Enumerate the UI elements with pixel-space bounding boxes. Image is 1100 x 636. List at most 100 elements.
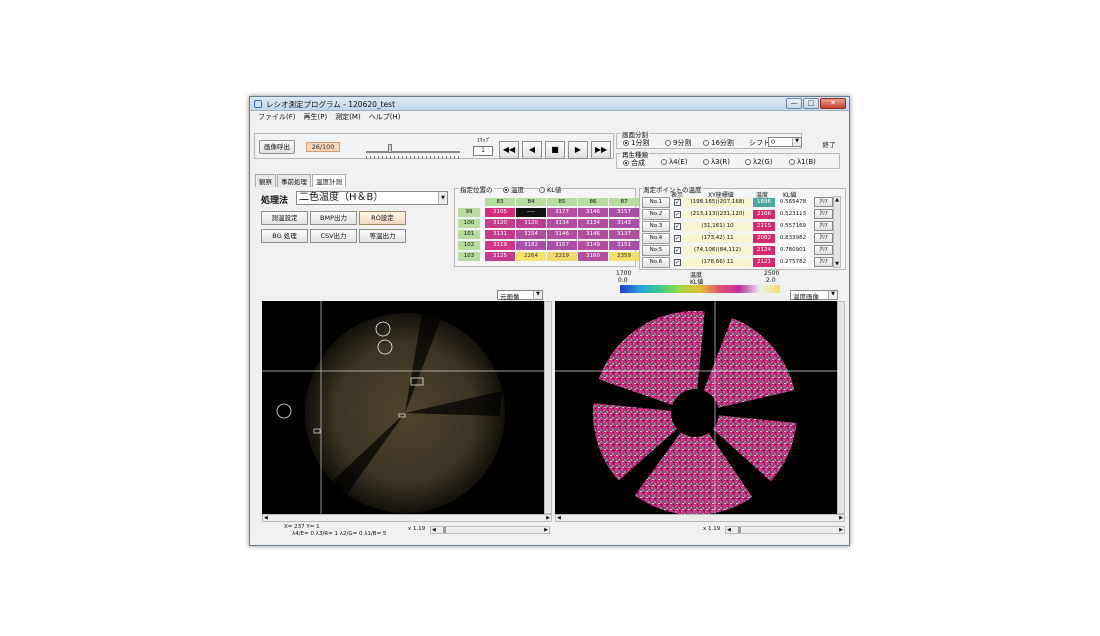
exit-button[interactable]: 終了 (813, 137, 845, 153)
measure-scrollbar[interactable]: ▲ ▼ (833, 196, 841, 268)
menu-play[interactable]: 再生(P) (304, 112, 328, 122)
isotherm-output-button[interactable]: 等温出力 (359, 229, 406, 243)
table-cell[interactable]: ---- (516, 208, 546, 217)
slider-thumb[interactable] (738, 527, 741, 533)
table-cell[interactable]: 3167 (547, 241, 577, 250)
scroll-right-icon[interactable]: ▶ (546, 515, 550, 521)
clear-button[interactable]: ｸﾘｱ (814, 233, 833, 243)
mode-kl-radio[interactable]: KL値 (539, 184, 562, 194)
table-cell[interactable]: 3154 (516, 230, 546, 239)
left-view-select[interactable]: 元画像 ▼ (497, 290, 543, 301)
right-zoom-slider[interactable]: ◀ ▶ (725, 526, 845, 534)
table-cell[interactable]: 3177 (547, 208, 577, 217)
fast-forward-button[interactable]: ▶▶ (591, 141, 611, 159)
clear-button[interactable]: ｸﾘｱ (814, 209, 833, 219)
rewind-button[interactable]: ◀◀ (499, 141, 519, 159)
skip-input[interactable]: 1 (473, 146, 493, 156)
right-hscroll[interactable]: ◀ ▶ (555, 514, 845, 522)
table-cell[interactable]: 3182 (516, 241, 546, 250)
point-button[interactable]: No.4 (642, 233, 670, 244)
scroll-right-icon[interactable]: ▶ (839, 527, 843, 533)
table-cell[interactable]: 3134 (547, 219, 577, 228)
tab-preprocess[interactable]: 事前処理 (277, 174, 311, 187)
scroll-left-icon[interactable]: ◀ (557, 515, 561, 521)
table-cell[interactable]: 3157 (609, 208, 639, 217)
clear-button[interactable]: ｸﾘｱ (814, 257, 833, 267)
menu-file[interactable]: ファイル(F) (258, 112, 296, 122)
point-button[interactable]: No.3 (642, 221, 670, 232)
minimize-button[interactable]: — (786, 98, 802, 109)
point-button[interactable]: No.6 (642, 257, 670, 268)
table-cell[interactable]: 3146 (578, 230, 608, 239)
table-cell[interactable]: 3134 (578, 219, 608, 228)
table-cell[interactable]: 3146 (578, 208, 608, 217)
scroll-right-icon[interactable]: ▶ (544, 527, 548, 533)
show-checkbox[interactable]: ✓ (674, 211, 681, 218)
table-cell[interactable]: 3151 (609, 241, 639, 250)
show-checkbox[interactable]: ✓ (674, 259, 681, 266)
shift-select[interactable]: 0 ▼ (768, 137, 802, 147)
scroll-down-icon[interactable]: ▼ (834, 261, 840, 267)
split-option-9[interactable]: 9分割 (665, 138, 691, 148)
close-button[interactable]: ✕ (820, 98, 846, 109)
point-button[interactable]: No.1 (642, 197, 670, 208)
left-image-view[interactable] (262, 301, 544, 514)
stop-button[interactable]: ■ (545, 141, 565, 159)
point-button[interactable]: No.5 (642, 245, 670, 256)
scroll-left-icon[interactable]: ◀ (727, 527, 731, 533)
mode-temp-radio[interactable]: 温度 (503, 184, 524, 194)
clear-button[interactable]: ｸﾘｱ (814, 245, 833, 255)
point-button[interactable]: No.2 (642, 209, 670, 220)
bmp-output-button[interactable]: BMP出力 (310, 211, 357, 225)
scroll-right-icon[interactable]: ▶ (839, 515, 843, 521)
table-cell[interactable]: 3125 (485, 252, 515, 261)
bg-process-button[interactable]: BG 処理 (261, 229, 308, 243)
prev-frame-button[interactable]: ◀ (522, 141, 542, 159)
right-image-view[interactable] (555, 301, 837, 514)
left-vscroll[interactable] (544, 301, 552, 514)
table-cell[interactable]: 3137 (609, 230, 639, 239)
split-option-1[interactable]: 1分割 (623, 138, 649, 148)
table-cell[interactable]: 3146 (547, 230, 577, 239)
type-option-l1[interactable]: λ1(B) (789, 158, 816, 166)
show-checkbox[interactable]: ✓ (674, 223, 681, 230)
play-button[interactable]: ▶ (568, 141, 588, 159)
left-hscroll[interactable]: ◀ ▶ (262, 514, 552, 522)
slider-thumb[interactable] (443, 527, 446, 533)
table-cell[interactable]: 3160 (578, 252, 608, 261)
scroll-left-icon[interactable]: ◀ (432, 527, 436, 533)
table-cell[interactable]: 3105 (485, 208, 515, 217)
method-select[interactable]: 二色温度（H＆B） ▼ (296, 191, 448, 205)
table-cell[interactable]: 2264 (516, 252, 546, 261)
csv-output-button[interactable]: CSV出力 (310, 229, 357, 243)
scroll-left-icon[interactable]: ◀ (264, 515, 268, 521)
show-checkbox[interactable]: ✓ (674, 235, 681, 242)
right-vscroll[interactable] (837, 301, 845, 514)
temp-setting-button[interactable]: 測温設定 (261, 211, 308, 225)
type-option-composite[interactable]: 合成 (623, 158, 645, 168)
split-option-16[interactable]: 16分割 (703, 138, 734, 148)
show-checkbox[interactable]: ✓ (674, 199, 681, 206)
table-cell[interactable]: 3143 (609, 219, 639, 228)
right-view-select[interactable]: 温度画像 ▼ (790, 290, 838, 301)
menu-measure[interactable]: 測定(M) (335, 112, 361, 122)
table-cell[interactable]: 3131 (485, 230, 515, 239)
type-option-l2[interactable]: λ2(G) (745, 158, 772, 166)
menu-help[interactable]: ヘルプ(H) (369, 112, 401, 122)
table-cell[interactable]: 3120 (485, 219, 515, 228)
type-option-l4[interactable]: λ4(E) (661, 158, 687, 166)
type-option-l3[interactable]: λ3(R) (703, 158, 730, 166)
table-cell[interactable]: 2359 (609, 252, 639, 261)
slider-thumb[interactable] (388, 144, 392, 153)
ro-setting-button[interactable]: RO設定 (359, 211, 406, 225)
load-image-button[interactable]: 画像呼出 (259, 140, 295, 154)
maximize-button[interactable]: □ (803, 98, 819, 109)
frame-slider[interactable] (366, 144, 460, 159)
table-cell[interactable]: 3120 (516, 219, 546, 228)
table-cell[interactable]: 3119 (485, 241, 515, 250)
clear-button[interactable]: ｸﾘｱ (814, 221, 833, 231)
table-cell[interactable]: 2219 (547, 252, 577, 261)
show-checkbox[interactable]: ✓ (674, 247, 681, 254)
clear-button[interactable]: ｸﾘｱ (814, 197, 833, 207)
scroll-up-icon[interactable]: ▲ (834, 197, 840, 203)
